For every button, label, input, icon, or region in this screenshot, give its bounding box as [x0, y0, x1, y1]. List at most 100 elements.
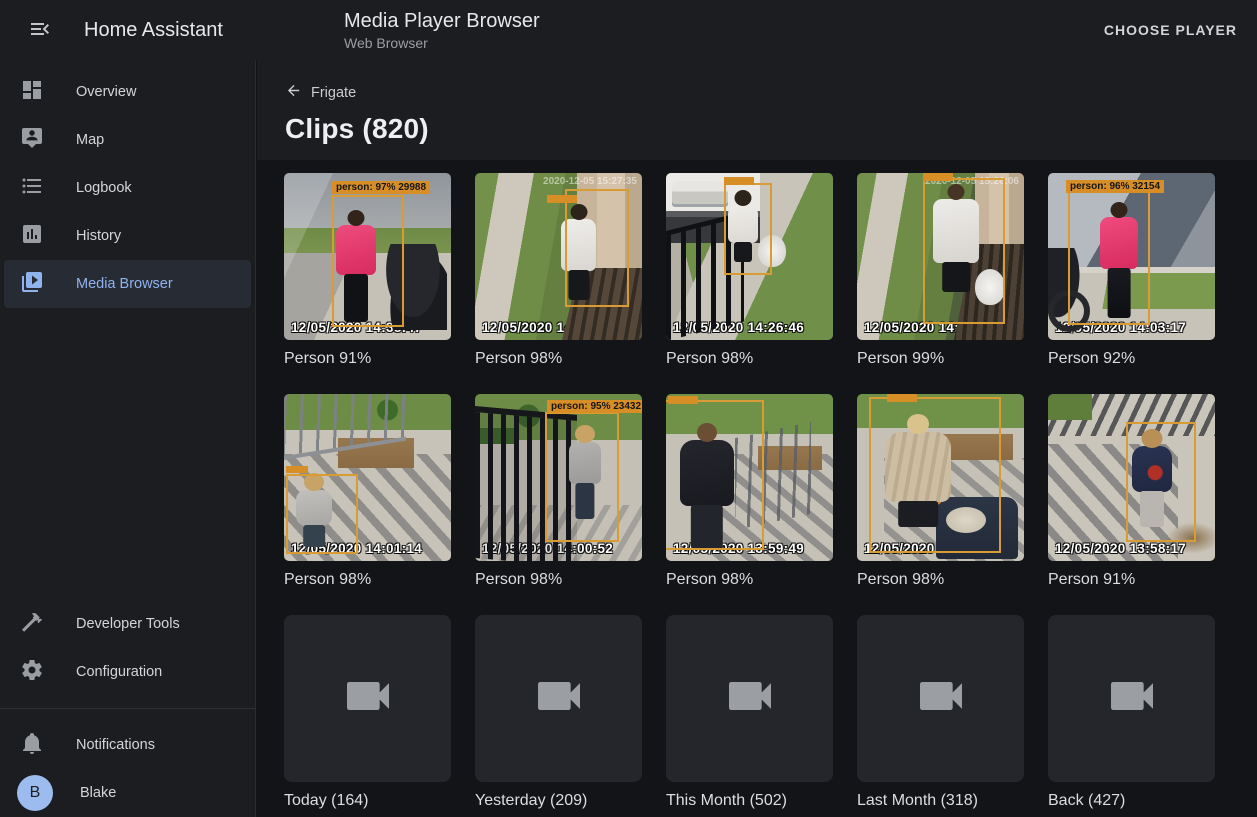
sidebar-item-developer-tools[interactable]: Developer Tools — [4, 600, 251, 648]
sidebar-item-notifications[interactable]: Notifications — [4, 721, 251, 769]
clip-card[interactable]: 12/05/2020 13:58:30 Person 98% — [857, 394, 1024, 591]
clip-card[interactable]: person: 97% 29988 12/05/2020 14:38:47 Pe… — [284, 173, 451, 370]
clip-thumbnail[interactable]: person: 97% 29988 12/05/2020 14:38:47 — [284, 173, 451, 340]
play-box-multiple-icon — [20, 270, 44, 299]
clip-card[interactable]: 12/05/2020 13:59:49 Person 98% — [666, 394, 833, 591]
clips-grid: person: 97% 29988 12/05/2020 14:38:47 Pe… — [257, 160, 1257, 812]
sidebar-item-history[interactable]: History — [4, 212, 251, 260]
clip-caption: Person 98% — [284, 569, 451, 591]
clip-thumbnail[interactable]: 2020-12-05 15:26:06 12/05/2020 14:26:07 — [857, 173, 1024, 340]
detection-mini-label — [923, 173, 953, 181]
clip-thumbnail[interactable]: 12/05/2020 14:01:14 — [284, 394, 451, 561]
clip-card[interactable]: 2020-12-05 15:27:35 12/05/2020 14:27:35 … — [475, 173, 642, 370]
page-heading-title: Media Player Browser — [344, 9, 540, 33]
clip-caption: Person 98% — [475, 569, 642, 591]
clip-thumbnail[interactable]: 12/05/2020 13:58:17 — [1048, 394, 1215, 561]
clip-thumbnail[interactable]: 2020-12-05 15:27:35 12/05/2020 14:27:35 — [475, 173, 642, 340]
sidebar-item-overview[interactable]: Overview — [4, 68, 251, 116]
folder-caption: Today (164) — [284, 790, 451, 812]
detection-mini-label — [887, 394, 917, 402]
folder-thumbnail[interactable] — [1048, 615, 1215, 782]
detection-bbox — [1068, 191, 1150, 325]
detection-bbox — [923, 178, 1005, 324]
clip-thumbnail[interactable]: 12/05/2020 13:59:49 — [666, 394, 833, 561]
folder-card[interactable]: Yesterday (209) — [475, 615, 642, 812]
clip-caption: Person 98% — [857, 569, 1024, 591]
sidebar-item-label: Configuration — [76, 664, 162, 680]
bell-icon — [20, 731, 44, 760]
video-icon — [722, 668, 778, 729]
folder-thumbnail[interactable] — [666, 615, 833, 782]
sidebar-item-label: Map — [76, 132, 104, 148]
sidebar-item-user-profile[interactable]: B Blake — [4, 769, 251, 817]
detection-bbox — [869, 397, 1001, 553]
clip-card[interactable]: person: 96% 32154 12/05/2020 14:03:17 Pe… — [1048, 173, 1215, 370]
sidebar-item-label: Media Browser — [76, 276, 173, 292]
sidebar-toggle-button[interactable] — [16, 6, 64, 54]
detection-label: person: 96% 32154 — [1066, 180, 1164, 193]
clip-caption: Person 92% — [1048, 348, 1215, 370]
breadcrumb[interactable]: Frigate — [285, 82, 356, 104]
breadcrumb-label: Frigate — [311, 85, 356, 101]
dashboard-icon — [20, 78, 44, 107]
detection-mini-label — [286, 466, 308, 473]
detection-mini-label — [724, 177, 754, 185]
clip-card[interactable]: 12/05/2020 13:58:17 Person 91% — [1048, 394, 1215, 591]
folder-thumbnail[interactable] — [284, 615, 451, 782]
sidebar-item-label: Overview — [76, 84, 136, 100]
clip-card[interactable]: 12/05/2020 14:26:46 Person 98% — [666, 173, 833, 370]
clip-card[interactable]: 12/05/2020 14:01:14 Person 98% — [284, 394, 451, 591]
folder-card[interactable]: Back (427) — [1048, 615, 1215, 812]
clip-caption: Person 99% — [857, 348, 1024, 370]
chart-box-icon — [20, 222, 44, 251]
camera-osd-timestamp: 2020-12-05 15:27:35 — [543, 176, 637, 187]
sidebar-item-label: Logbook — [76, 180, 132, 196]
folder-card[interactable]: Last Month (318) — [857, 615, 1024, 812]
account-tooltip-icon — [20, 126, 44, 155]
page-title: Clips (820) — [285, 113, 1257, 145]
folder-card[interactable]: This Month (502) — [666, 615, 833, 812]
gear-icon — [20, 658, 44, 687]
detection-bbox — [545, 412, 619, 542]
sidebar-item-map[interactable]: Map — [4, 116, 251, 164]
clip-caption: Person 98% — [475, 348, 642, 370]
hammer-icon — [20, 610, 44, 639]
clip-thumbnail[interactable]: person: 95% 23432 12/05/2020 14:00:52 — [475, 394, 642, 561]
detection-mini-label — [547, 195, 577, 203]
sidebar-divider — [0, 708, 255, 709]
folder-thumbnail[interactable] — [475, 615, 642, 782]
user-name-label: Blake — [80, 785, 116, 801]
railing-shape — [284, 394, 406, 460]
clip-caption: Person 91% — [284, 348, 451, 370]
app-title: Home Assistant — [84, 19, 223, 42]
sidebar-item-label: History — [76, 228, 121, 244]
video-icon — [913, 668, 969, 729]
video-icon — [531, 668, 587, 729]
sidebar-item-label: Notifications — [76, 737, 155, 753]
clip-card[interactable]: 2020-12-05 15:26:06 12/05/2020 14:26:07 … — [857, 173, 1024, 370]
detection-label: person: 95% 23432 — [547, 400, 642, 413]
menu-open-icon — [28, 17, 52, 44]
detection-bbox — [286, 474, 358, 554]
choose-player-button[interactable]: CHOOSE PLAYER — [1100, 14, 1241, 46]
app-header: Home Assistant Media Player Browser Web … — [0, 0, 1257, 60]
sidebar-item-configuration[interactable]: Configuration — [4, 648, 251, 696]
media-browser-header: Frigate Clips (820) — [257, 60, 1257, 160]
avatar: B — [17, 775, 53, 811]
page-heading: Media Player Browser Web Browser — [344, 9, 540, 52]
clip-card[interactable]: person: 95% 23432 12/05/2020 14:00:52 Pe… — [475, 394, 642, 591]
clip-thumbnail[interactable]: person: 96% 32154 12/05/2020 14:03:17 — [1048, 173, 1215, 340]
detection-bbox — [332, 195, 404, 327]
detection-bbox — [1126, 422, 1196, 542]
media-browser-content: Frigate Clips (820) person: 97% 29988 12… — [257, 60, 1257, 817]
folder-card[interactable]: Today (164) — [284, 615, 451, 812]
clip-thumbnail[interactable]: 12/05/2020 14:26:46 — [666, 173, 833, 340]
detection-mini-label — [668, 396, 698, 404]
folder-caption: Yesterday (209) — [475, 790, 642, 812]
clip-thumbnail[interactable]: 12/05/2020 13:58:30 — [857, 394, 1024, 561]
folder-thumbnail[interactable] — [857, 615, 1024, 782]
detection-bbox — [565, 189, 629, 307]
sidebar-item-media-browser[interactable]: Media Browser — [4, 260, 251, 308]
folder-caption: Last Month (318) — [857, 790, 1024, 812]
sidebar-item-logbook[interactable]: Logbook — [4, 164, 251, 212]
